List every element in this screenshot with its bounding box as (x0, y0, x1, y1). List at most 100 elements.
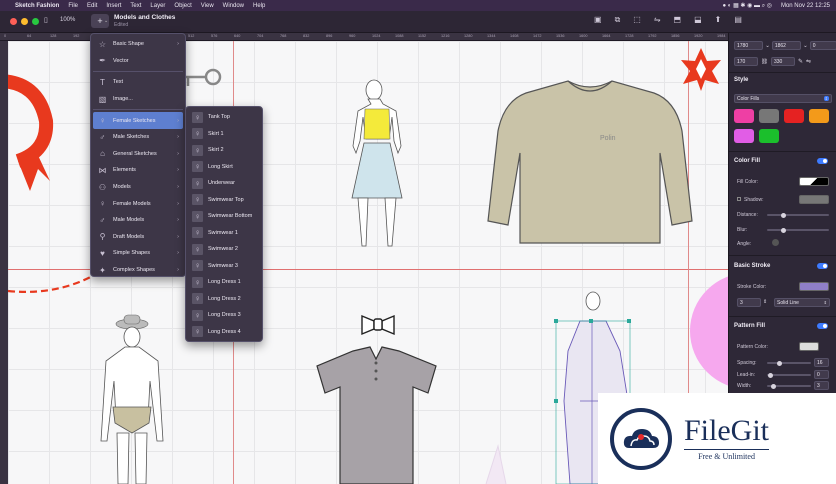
female-sketch-item[interactable]: ♀ Swimwear 1 (188, 225, 260, 242)
insert-menu-item-male-models[interactable]: ♂ Male Models › (93, 212, 183, 229)
color-swatch[interactable] (734, 129, 754, 143)
female-sketch-item[interactable]: ♀ Underwear (188, 175, 260, 192)
height-field[interactable]: 330 (770, 57, 795, 66)
slider-knob[interactable] (781, 212, 786, 218)
combine-icon[interactable]: ⬚ (633, 15, 641, 25)
female-sketch-item[interactable]: ♀ Skirt 2 (188, 142, 260, 159)
basic-stroke-toggle[interactable] (817, 263, 828, 269)
leadin-slider[interactable] (767, 372, 811, 378)
stroke-color-well[interactable] (799, 282, 829, 291)
menu-help[interactable]: Help (253, 3, 265, 9)
menu-object[interactable]: Object (174, 3, 191, 9)
menu-insert[interactable]: Insert (106, 3, 121, 9)
pattern-width-field[interactable]: 3 (814, 381, 829, 390)
menu-file[interactable]: File (68, 3, 78, 9)
slider-knob[interactable] (777, 360, 782, 366)
stepper-icon[interactable]: ⌄ (765, 43, 770, 49)
distance-slider[interactable] (767, 212, 829, 218)
rotation-field[interactable]: 0 (809, 41, 836, 50)
pink-circle-shape[interactable] (690, 273, 728, 389)
pattern-width-slider[interactable] (767, 383, 811, 389)
triangle-shape[interactable] (485, 444, 507, 484)
female-sketch-item[interactable]: ♀ Tank Top (188, 109, 260, 126)
insert-menu-item-basic-shape[interactable]: ☆ Basic Shape › (93, 36, 183, 53)
stepper-icon[interactable]: ⇕ (763, 299, 767, 305)
export-icon[interactable]: ⬆ (715, 15, 722, 25)
menu-edit[interactable]: Edit (87, 3, 97, 9)
align-icon[interactable]: ▣ (594, 15, 602, 25)
slider-knob[interactable] (768, 372, 773, 378)
insert-menu-item-draft-models[interactable]: ⚲ Draft Models › (93, 229, 183, 246)
red-star-shape[interactable] (681, 48, 721, 91)
female-sketch-item[interactable]: ♀ Swimwear Top (188, 192, 260, 209)
insert-menu-item-text[interactable]: T Text (93, 74, 183, 91)
color-swatch[interactable] (759, 109, 779, 123)
female-sketch-item[interactable]: ♀ Long Dress 4 (188, 324, 260, 341)
stepper-icon[interactable]: ⌄ (803, 43, 808, 49)
male-sketch-hat-underwear[interactable] (100, 314, 164, 484)
leadin-field[interactable]: 0 (814, 370, 829, 379)
insert-menu-item-simple-shapes[interactable]: ♥ Simple Shapes › (93, 245, 183, 262)
insert-menu-item-vector[interactable]: ✒ Vector (93, 53, 183, 70)
spacing-slider[interactable] (767, 360, 811, 366)
stroke-width-field[interactable]: 3 (737, 298, 761, 307)
female-sketch-item[interactable]: ♀ Swimwear 3 (188, 258, 260, 275)
insert-menu-item-female-models[interactable]: ♀ Female Models › (93, 195, 183, 212)
status-icons[interactable]: ● ◐ ▦ ✱ ◉ ▬ ⌕ ◎ (723, 2, 772, 10)
blur-slider[interactable] (767, 227, 829, 233)
clock[interactable]: Mon Nov 22 12:25 (781, 3, 830, 9)
flip-icon[interactable]: ⇋ (654, 15, 661, 25)
backward-icon[interactable]: ⬓ (694, 15, 702, 25)
flip-icon[interactable]: ⇋ (806, 58, 811, 65)
angle-dial[interactable] (772, 239, 779, 246)
shadow-color-well[interactable] (799, 195, 829, 204)
insert-menu-item-image[interactable]: ▧ Image... (93, 91, 183, 108)
red-ribbon-shape[interactable] (8, 74, 54, 191)
color-swatch[interactable] (784, 109, 804, 123)
insert-menu-item-female-sketches[interactable]: ♀ Female Sketches › (93, 112, 183, 129)
spacing-field[interactable]: 16 (814, 358, 829, 367)
vertical-ruler[interactable] (0, 41, 8, 484)
slider-knob[interactable] (771, 383, 776, 389)
female-sketch-item[interactable]: ♀ Swimwear Bottom (188, 208, 260, 225)
female-sketch-tank-skirt[interactable] (351, 79, 403, 247)
pattern-fill-toggle[interactable] (817, 323, 828, 329)
polo-shirt-sketch[interactable] (316, 346, 437, 484)
y-position-field[interactable]: 1862 (771, 41, 802, 50)
bow-tie-element[interactable] (361, 314, 395, 336)
insert-menu-item-elements[interactable]: ⋈ Elements › (93, 162, 183, 179)
insert-menu-item-general-sketches[interactable]: ⌂ General Sketches › (93, 146, 183, 163)
stroke-style-select[interactable]: Solid Line ⇕ (774, 298, 830, 307)
color-swatch[interactable] (759, 129, 779, 143)
insert-menu-item-complex-shapes[interactable]: ✦ Complex Shapes › (93, 262, 183, 279)
forward-icon[interactable]: ⬒ (674, 15, 682, 25)
chevron-down-icon[interactable]: ⌄ (104, 18, 108, 24)
color-swatch[interactable] (734, 109, 754, 123)
fill-mode-select[interactable]: Color Fills ⇕ (734, 94, 832, 103)
insert-menu-item-male-sketches[interactable]: ♂ Male Sketches › (93, 129, 183, 146)
x-position-field[interactable]: 1780 (734, 41, 764, 50)
color-fill-toggle[interactable] (817, 158, 828, 164)
sweater-sketch[interactable]: Polin (487, 80, 693, 244)
pattern-color-well[interactable] (799, 342, 819, 351)
fill-color-well[interactable] (799, 177, 829, 186)
insert-menu-item-models[interactable]: ⚇ Models › (93, 179, 183, 196)
pen-icon[interactable]: ✎ (798, 58, 803, 65)
menu-window[interactable]: Window (223, 3, 244, 9)
color-swatch[interactable] (809, 109, 829, 123)
zoom-window-button[interactable] (32, 18, 39, 25)
zoom-level[interactable]: 100% (60, 17, 75, 23)
minimize-window-button[interactable] (21, 18, 28, 25)
female-sketch-item[interactable]: ♀ Skirt 1 (188, 126, 260, 143)
shadow-checkbox[interactable] (737, 197, 741, 201)
group-icon[interactable]: ⧉ (615, 15, 621, 25)
menu-text[interactable]: Text (130, 3, 141, 9)
female-sketch-item[interactable]: ♀ Long Skirt (188, 159, 260, 176)
female-sketch-item[interactable]: ♀ Swimwear 2 (188, 241, 260, 258)
female-sketch-item[interactable]: ♀ Long Dress 3 (188, 307, 260, 324)
slider-knob[interactable] (781, 227, 786, 233)
width-field[interactable]: 170 (734, 57, 758, 66)
menu-layer[interactable]: Layer (150, 3, 165, 9)
app-menu-name[interactable]: Sketch Fashion (15, 3, 59, 9)
close-window-button[interactable] (10, 18, 17, 25)
